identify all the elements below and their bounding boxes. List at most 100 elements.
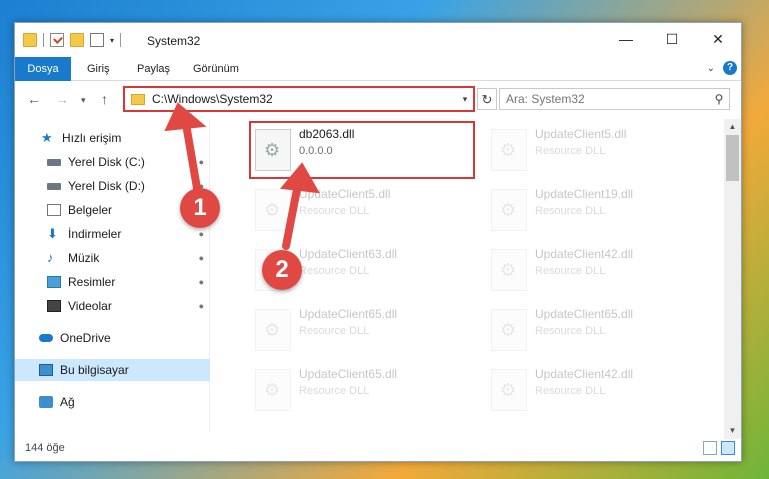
navigation-bar: ← → ▾ ↑ C:\Windows\System32 ▾ ↻ ⚲ [15, 81, 741, 117]
sidebar-item-this-pc[interactable]: Bu bilgisayar [15, 359, 210, 381]
pin-icon[interactable]: ● [199, 229, 204, 239]
drive-icon [47, 158, 61, 166]
view-icon[interactable] [90, 33, 104, 47]
video-icon [47, 300, 61, 312]
file-description: Resource DLL [299, 325, 370, 337]
sidebar-item-pictures[interactable]: Resimler ● [15, 271, 210, 293]
search-box[interactable]: ⚲ [499, 88, 730, 110]
search-icon[interactable]: ⚲ [709, 92, 729, 106]
forward-button[interactable]: → [55, 91, 69, 107]
address-dropdown-caret[interactable]: ▾ [457, 94, 473, 105]
dll-file-icon [491, 129, 527, 171]
pin-icon[interactable]: ● [199, 253, 204, 263]
search-input[interactable] [500, 92, 709, 106]
file-name: UpdateClient63.dll [299, 247, 398, 261]
sidebar-item-music[interactable]: ♪ Müzik ● [15, 247, 210, 269]
customize-toolbar-caret[interactable]: ▾ [110, 36, 114, 45]
tab-paylas[interactable]: Paylaş [127, 57, 180, 81]
download-icon: ⬇ [47, 226, 58, 241]
title-bar: ▾ System32 — ☐ ✕ [15, 23, 741, 57]
document-icon [47, 204, 61, 216]
tab-gorunum[interactable]: Görünüm [183, 57, 249, 81]
computer-icon [39, 364, 53, 376]
file-name: UpdateClient65.dll [535, 307, 634, 321]
sidebar-item-label: OneDrive [60, 331, 111, 345]
file-list: db2063.dll 0.0.0.0 UpdateClient5.dllReso… [233, 119, 723, 431]
address-bar[interactable]: C:\Windows\System32 ▾ [123, 86, 475, 112]
drive-icon [47, 182, 61, 190]
back-button[interactable]: ← [27, 91, 41, 107]
up-button[interactable]: ↑ [101, 91, 108, 107]
toolbar-divider [120, 33, 122, 47]
scroll-up-arrow-icon[interactable]: ▲ [724, 119, 741, 135]
sidebar-item-label: Müzik [68, 251, 100, 265]
file-item[interactable]: UpdateClient65.dll Resource DLL [491, 305, 721, 359]
scrollbar-thumb[interactable] [726, 135, 739, 181]
file-name: UpdateClient19.dll [535, 187, 634, 201]
vertical-scrollbar[interactable]: ▲ ▼ [724, 119, 741, 439]
file-description: Resource DLL [535, 145, 606, 157]
sidebar-item-onedrive[interactable]: OneDrive [15, 327, 210, 349]
file-name: UpdateClient5.dll [299, 187, 391, 201]
close-button[interactable]: ✕ [695, 23, 741, 55]
dll-file-icon [255, 189, 291, 231]
sidebar-item-local-disk-c[interactable]: Yerel Disk (C:) ● [15, 151, 210, 173]
sidebar-item-label: Yerel Disk (C:) [68, 155, 145, 169]
file-description: Resource DLL [299, 265, 370, 277]
dll-file-icon [255, 369, 291, 411]
folder-icon [23, 33, 37, 47]
file-description: Resource DLL [299, 205, 370, 217]
properties-icon[interactable] [50, 33, 64, 47]
tab-giris[interactable]: Giriş [77, 57, 120, 81]
minimize-button[interactable]: — [603, 23, 649, 55]
details-view-icon[interactable] [703, 441, 717, 455]
file-description: Resource DLL [535, 265, 606, 277]
file-item[interactable]: UpdateClient65.dll Resource DLL [255, 305, 485, 359]
network-icon [39, 396, 53, 408]
file-item[interactable]: UpdateClient5.dll Resource DLL [491, 125, 721, 179]
file-name: UpdateClient42.dll [535, 247, 634, 261]
pin-icon[interactable]: ● [199, 301, 204, 311]
sidebar-item-local-disk-d[interactable]: Yerel Disk (D:) ● [15, 175, 210, 197]
tab-dosya[interactable]: Dosya [15, 57, 71, 81]
file-item[interactable]: UpdateClient42.dll Resource DLL [491, 365, 721, 419]
annotation-badge-1: 1 [180, 188, 220, 228]
file-item[interactable]: UpdateClient42.dll Resource DLL [491, 245, 721, 299]
sidebar-item-downloads[interactable]: ⬇ İndirmeler ● [15, 223, 210, 245]
quick-access-toolbar: ▾ [23, 33, 122, 47]
pictures-icon [47, 276, 61, 288]
ribbon-tabs: Dosya Giriş Paylaş Görünüm ⌄ ? [15, 57, 741, 81]
new-folder-icon[interactable] [70, 33, 84, 47]
navigation-pane: ★ Hızlı erişim Yerel Disk (C:) ● Yerel D… [15, 119, 210, 431]
maximize-button[interactable]: ☐ [649, 23, 695, 55]
recent-locations-button[interactable]: ▾ [81, 95, 86, 106]
file-item[interactable]: UpdateClient19.dll Resource DLL [491, 185, 721, 239]
annotation-badge-2: 2 [262, 250, 302, 290]
file-name: UpdateClient42.dll [535, 367, 634, 381]
sidebar-item-videos[interactable]: Videolar ● [15, 295, 210, 317]
sidebar-item-network[interactable]: Ağ [15, 391, 210, 413]
file-description: Resource DLL [299, 385, 370, 397]
window-title: System32 [147, 34, 201, 48]
file-name: UpdateClient65.dll [299, 307, 398, 321]
sidebar-item-label: Bu bilgisayar [60, 363, 129, 377]
music-icon: ♪ [47, 250, 54, 265]
pin-icon[interactable]: ● [199, 157, 204, 167]
file-name: UpdateClient65.dll [299, 367, 398, 381]
file-description: Resource DLL [535, 205, 606, 217]
dll-file-icon [491, 189, 527, 231]
pin-icon[interactable]: ● [199, 277, 204, 287]
refresh-button[interactable]: ↻ [477, 88, 497, 110]
star-icon: ★ [41, 130, 53, 145]
file-name: UpdateClient5.dll [535, 127, 627, 141]
file-item[interactable]: UpdateClient5.dll Resource DLL [255, 185, 485, 239]
sidebar-item-quick-access[interactable]: ★ Hızlı erişim [15, 127, 210, 149]
toolbar-divider [43, 33, 44, 47]
sidebar-item-label: İndirmeler [68, 227, 122, 241]
sidebar-item-label: Videolar [68, 299, 112, 313]
address-path[interactable]: C:\Windows\System32 [152, 92, 457, 106]
help-icon[interactable]: ? [723, 61, 737, 75]
expand-ribbon-chevron-icon[interactable]: ⌄ [707, 63, 715, 74]
file-item[interactable]: UpdateClient65.dll Resource DLL [255, 365, 485, 419]
large-icons-view-icon[interactable] [721, 441, 735, 455]
